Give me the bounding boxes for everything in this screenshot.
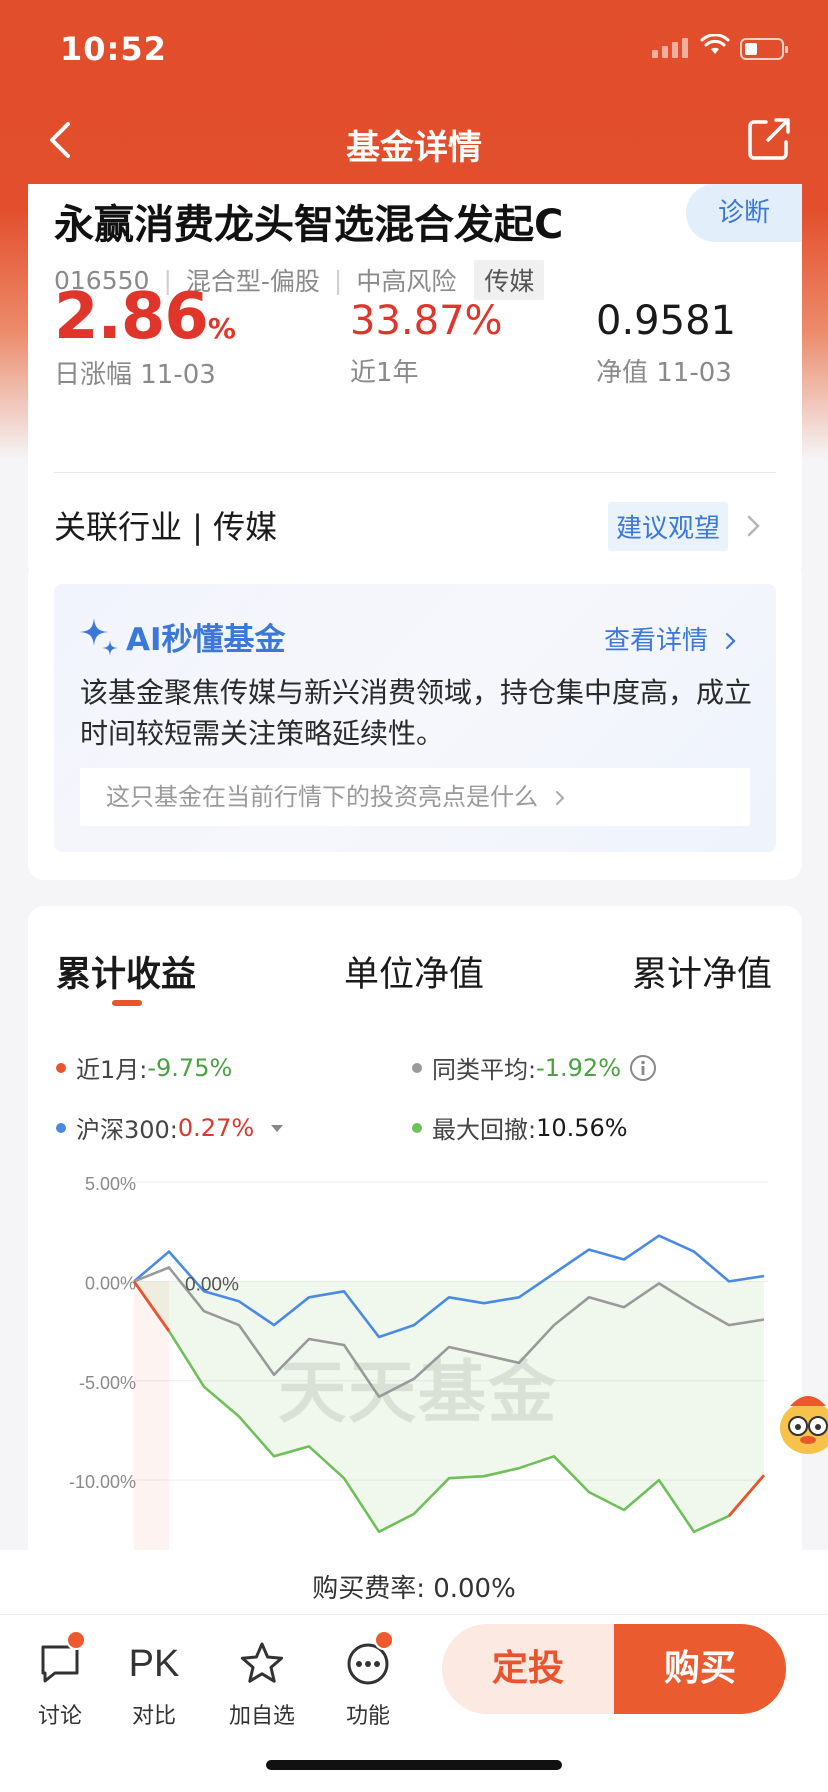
divider xyxy=(54,472,776,473)
nav-value: 0.9581 xyxy=(596,298,736,344)
ai-card: AI秒懂基金 查看详情 该基金聚焦传媒与新兴消费领域，持仓集中度高，成立时间较短… xyxy=(54,584,776,852)
sparkle-icon xyxy=(80,618,118,656)
notification-badge xyxy=(66,1630,86,1650)
legend-peer-value: -1.92% xyxy=(536,1053,621,1082)
compare-button[interactable]: PK 对比 xyxy=(114,1636,194,1730)
return-chart[interactable]: 5.00%0.00%-5.00%-10.00%天天基金0.00% xyxy=(28,1154,802,1606)
daily-change-value: 2.86 xyxy=(54,280,209,354)
purchase-fee: 购买费率: 0.00% xyxy=(312,1574,516,1604)
functions-button[interactable]: 功能 xyxy=(328,1630,408,1730)
related-industry[interactable]: 关联行业 | 传媒 xyxy=(54,502,277,548)
mascot-icon[interactable] xyxy=(776,1386,828,1466)
tab-unit-nav[interactable]: 单位净值 xyxy=(344,946,484,997)
discuss-button[interactable]: 讨论 xyxy=(20,1630,100,1730)
performance-card: 累计收益 单位净值 累计净值 近1月: -9.75% 同类平均: -1.92% … xyxy=(28,906,802,1606)
y-tick-label: 0.00% xyxy=(85,1273,136,1293)
wifi-icon xyxy=(700,34,730,54)
compare-label: 对比 xyxy=(131,1704,176,1729)
y-tick-label: -5.00% xyxy=(79,1373,136,1393)
chevron-right-icon xyxy=(726,632,736,650)
nav-label: 净值 11-03 xyxy=(596,358,732,388)
legend-fund-label: 近1月: xyxy=(76,1056,148,1084)
legend-fund-value: -9.75% xyxy=(147,1053,233,1082)
ai-question-prompt[interactable]: 这只基金在当前行情下的投资亮点是什么 xyxy=(80,768,750,826)
functions-label: 功能 xyxy=(345,1704,390,1729)
divider xyxy=(0,1614,828,1615)
y-tick-label: 5.00% xyxy=(85,1174,136,1194)
nav-stat: 0.9581 净值 11-03 xyxy=(596,298,736,389)
star-icon xyxy=(240,1642,284,1683)
legend-dot xyxy=(412,1122,422,1133)
daily-change-stat: 2.86% 日涨幅 11-03 xyxy=(54,280,236,391)
ai-view-details-label: 查看详情 xyxy=(604,626,709,656)
legend-hs300-value: 0.27% xyxy=(177,1113,255,1142)
legend-peer: 同类平均: -1.92% xyxy=(412,1050,657,1085)
tab-cumulative-nav[interactable]: 累计净值 xyxy=(632,946,772,997)
buy-button[interactable]: 购买 xyxy=(614,1624,786,1714)
legend-fund: 近1月: -9.75% xyxy=(56,1050,232,1085)
tab-cumulative-return[interactable]: 累计收益 xyxy=(56,946,196,997)
legend-dot xyxy=(56,1122,66,1133)
legend-hs300-label: 沪深300: xyxy=(76,1116,178,1144)
year-return-label: 近1年 xyxy=(350,358,419,388)
fund-summary-card: 永赢消费龙头智选混合发起C 诊断 016550 | 混合型-偏股 | 中高风险 … xyxy=(28,184,802,580)
fixed-investment-button[interactable]: 定投 xyxy=(442,1624,614,1714)
legend-dot xyxy=(412,1062,422,1073)
add-watchlist-button[interactable]: 加自选 xyxy=(222,1636,302,1730)
chevron-right-icon[interactable] xyxy=(746,514,762,538)
add-watchlist-label: 加自选 xyxy=(228,1704,295,1729)
legend-drawdown-value: 10.56% xyxy=(536,1113,628,1142)
status-bar: 10:52 xyxy=(0,0,828,100)
notification-badge xyxy=(374,1630,394,1650)
ai-question-text: 这只基金在当前行情下的投资亮点是什么 xyxy=(106,783,538,811)
daily-change-label: 日涨幅 11-03 xyxy=(54,360,216,390)
legend-dot xyxy=(56,1062,66,1073)
fund-risk: 中高风险 xyxy=(356,267,457,296)
ai-title: AI秒懂基金 xyxy=(126,622,286,658)
status-time: 10:52 xyxy=(60,30,167,68)
year-return-stat: 33.87% 近1年 xyxy=(350,298,503,389)
page-title: 基金详情 xyxy=(346,128,482,168)
ai-view-details-link[interactable]: 查看详情 xyxy=(604,620,738,657)
fund-tag[interactable]: 传媒 xyxy=(474,260,545,300)
legend-drawdown-label: 最大回撤: xyxy=(432,1116,537,1144)
info-icon[interactable] xyxy=(629,1054,657,1082)
nav-bar: 基金详情 xyxy=(0,100,828,184)
suggestion-badge[interactable]: 建议观望 xyxy=(608,502,729,551)
daily-change-unit: % xyxy=(207,312,236,345)
active-tab-indicator xyxy=(112,1000,142,1006)
y-tick-label: -10.00% xyxy=(69,1472,136,1492)
ai-summary: 该基金聚焦传媒与新兴消费领域，持仓集中度高，成立时间较短需关注策略延续性。 xyxy=(80,676,753,750)
legend-drawdown: 最大回撤: 10.56% xyxy=(412,1110,628,1145)
share-icon[interactable] xyxy=(744,114,794,164)
cellular-signal-icon xyxy=(652,38,688,58)
fund-name: 永赢消费龙头智选混合发起C xyxy=(54,202,564,248)
legend-peer-label: 同类平均: xyxy=(432,1056,537,1084)
discuss-label: 讨论 xyxy=(37,1704,82,1729)
battery-icon xyxy=(740,38,788,60)
chevron-right-icon xyxy=(555,791,565,805)
diagnose-button[interactable]: 诊断 xyxy=(686,184,802,242)
year-return-value: 33.87% xyxy=(350,298,503,344)
caret-down-icon[interactable] xyxy=(270,1123,284,1133)
legend-hs300[interactable]: 沪深300: 0.27% xyxy=(56,1110,284,1145)
start-value-label: 0.00% xyxy=(185,1274,239,1295)
home-indicator xyxy=(266,1760,562,1770)
meta-separator: | xyxy=(333,265,343,295)
pk-icon: PK xyxy=(128,1642,180,1685)
